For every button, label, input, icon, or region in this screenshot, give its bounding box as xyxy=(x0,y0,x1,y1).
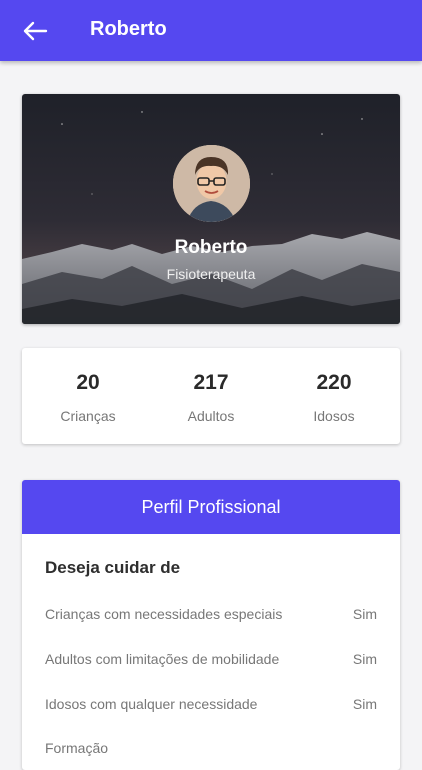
stat-value: 220 xyxy=(316,371,352,394)
list-item-label: Crianças com necessidades especiais xyxy=(45,606,283,622)
stat-value: 20 xyxy=(76,371,100,394)
stat-criancas: 20 Crianças xyxy=(25,348,151,444)
profile-name: Roberto xyxy=(174,237,248,258)
stats-card: 20 Crianças 217 Adultos 220 Idosos xyxy=(22,348,400,444)
profile-card-header: Perfil Profissional xyxy=(22,480,400,534)
profile-role: Fisioterapeuta xyxy=(166,266,256,282)
stat-idosos: 220 Idosos xyxy=(271,348,397,444)
professional-profile-card: Perfil Profissional Deseja cuidar de Cri… xyxy=(22,480,400,770)
list-item-value: Sim xyxy=(352,696,377,712)
avatar xyxy=(173,145,250,222)
stat-value: 217 xyxy=(193,371,229,394)
profile-photo xyxy=(173,145,250,222)
page-title: Roberto xyxy=(90,18,167,40)
stat-adultos: 217 Adultos xyxy=(148,348,274,444)
arrow-left-icon xyxy=(23,21,48,41)
list-item-value: Sim xyxy=(352,606,377,622)
back-button[interactable] xyxy=(20,17,50,45)
stat-label: Adultos xyxy=(187,408,235,424)
profile-hero-card: Roberto Fisioterapeuta xyxy=(22,94,400,324)
section-title-formacao: Formação xyxy=(45,740,109,756)
list-item-value: Sim xyxy=(352,651,377,667)
list-item: Adultos com limitações de mobilidade Sim xyxy=(45,651,377,671)
app-bar: Roberto xyxy=(0,0,422,61)
list-item-label: Idosos com qualquer necessidade xyxy=(45,696,258,712)
stat-label: Crianças xyxy=(60,408,116,424)
section-title: Deseja cuidar de xyxy=(45,558,181,577)
stat-label: Idosos xyxy=(313,408,355,424)
list-item: Crianças com necessidades especiais Sim xyxy=(45,606,377,626)
list-item-label: Adultos com limitações de mobilidade xyxy=(45,651,280,667)
list-item: Idosos com qualquer necessidade Sim xyxy=(45,696,377,716)
